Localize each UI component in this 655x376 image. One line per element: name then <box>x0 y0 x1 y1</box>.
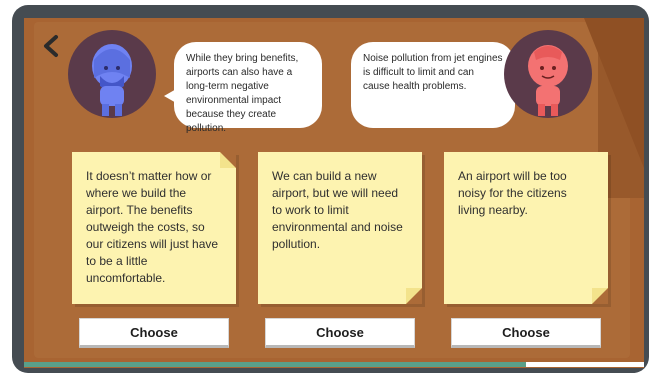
blue-character-avatar <box>68 30 156 118</box>
option-note-1: It doesn’t matter how or where we build … <box>72 152 236 304</box>
blue-speech-text: While they bring benefits, airports can … <box>186 53 299 134</box>
game-screen: While they bring benefits, airports can … <box>24 18 644 368</box>
option-2-text: We can build a new airport, but we will … <box>272 169 403 251</box>
red-speech-bubble: Noise pollution from jet engines is diff… <box>351 42 515 128</box>
choose-button-2-label: Choose <box>316 324 364 340</box>
choose-button-1[interactable]: Choose <box>79 318 229 348</box>
note-3-fold <box>592 288 608 304</box>
choose-button-3[interactable]: Choose <box>451 318 601 348</box>
back-button[interactable] <box>38 32 66 60</box>
choose-button-3-label: Choose <box>502 324 550 340</box>
red-character-avatar <box>504 30 592 118</box>
choose-button-1-label: Choose <box>130 324 178 340</box>
blue-speech-bubble: While they bring benefits, airports can … <box>174 42 322 134</box>
blue-character-icon <box>92 44 132 116</box>
red-speech-text: Noise pollution from jet engines is diff… <box>363 53 503 92</box>
progress-bar-fill <box>24 362 527 367</box>
option-3-text: An airport will be too noisy for the cit… <box>458 169 567 217</box>
choose-button-2[interactable]: Choose <box>265 318 415 348</box>
option-note-2: We can build a new airport, but we will … <box>258 152 422 304</box>
option-note-3: An airport will be too noisy for the cit… <box>444 152 608 304</box>
option-1-text: It doesn’t matter how or where we build … <box>86 169 219 285</box>
wall-shadow <box>584 18 644 168</box>
chevron-left-icon <box>44 35 58 57</box>
progress-bar <box>24 362 644 367</box>
note-2-fold <box>406 288 422 304</box>
note-1-fold <box>220 152 236 168</box>
blue-bubble-tail <box>164 88 178 104</box>
red-character-icon <box>528 45 568 116</box>
